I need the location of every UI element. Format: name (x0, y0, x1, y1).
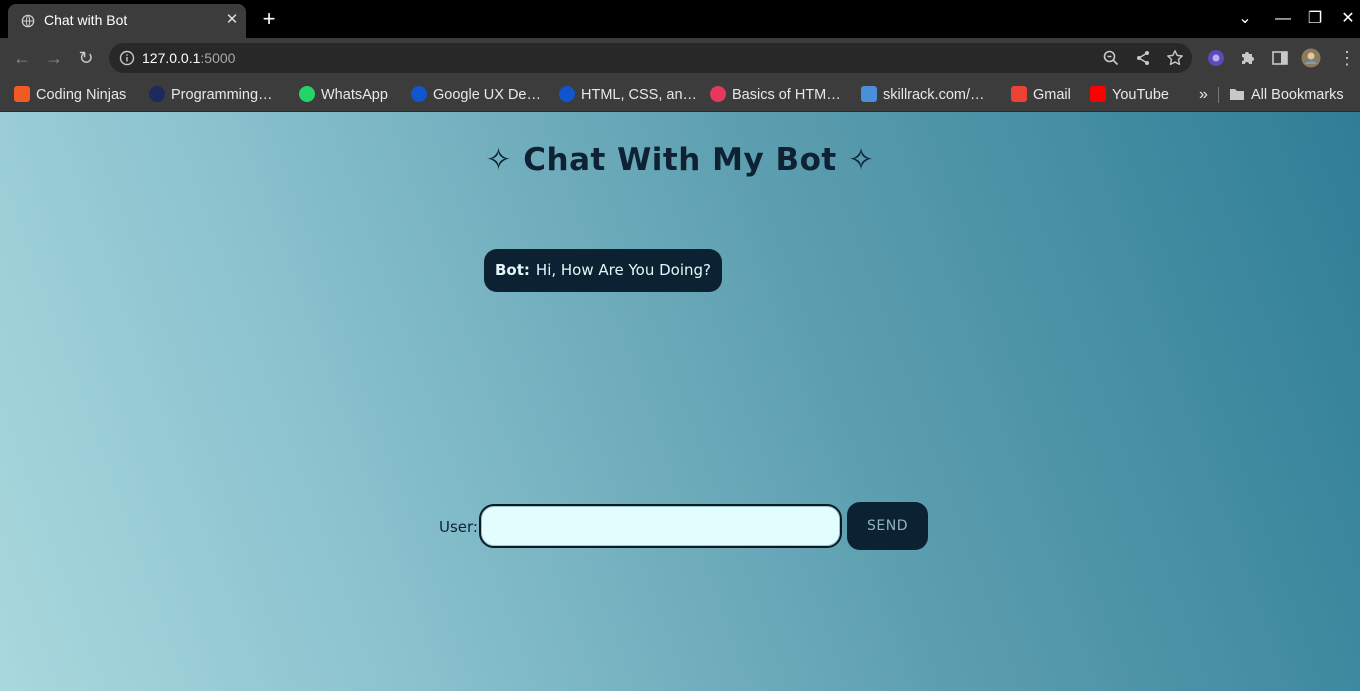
youtube-icon (1090, 86, 1106, 102)
bookmark-google-ux[interactable]: Google UX De… (411, 84, 541, 106)
bookmark-label: skillrack.com/… (883, 87, 985, 103)
maximize-button[interactable]: ❐ (1305, 9, 1325, 29)
menu-icon[interactable]: ⋮ (1336, 47, 1358, 69)
bookmark-skillrack[interactable]: skillrack.com/… (861, 84, 985, 106)
browser-tab[interactable]: Chat with Bot ✕ (8, 4, 246, 38)
reload-button[interactable]: ↻ (75, 47, 97, 69)
programming-icon (149, 86, 165, 102)
close-tab-icon[interactable]: ✕ (222, 10, 242, 30)
profile-avatar-icon[interactable] (1301, 48, 1321, 68)
address-bar[interactable]: 127.0.0.1:5000 (109, 43, 1192, 73)
chat-page: ✧ Chat With My Bot ✧ Bot: Hi, How Are You… (0, 112, 1360, 691)
new-tab-button[interactable]: + (258, 8, 280, 30)
bookmark-label: Google UX De… (433, 87, 541, 103)
bookmark-label: Basics of HTM… (732, 87, 841, 103)
more-bookmarks-button[interactable]: » (1199, 84, 1208, 106)
url-port: :5000 (200, 50, 236, 66)
bookmarks-divider (1218, 87, 1219, 103)
bookmark-whatsapp[interactable]: WhatsApp (299, 84, 388, 106)
forward-button[interactable]: → (43, 47, 65, 69)
bookmark-gmail[interactable]: Gmail (1011, 84, 1071, 106)
folder-icon (1230, 89, 1244, 100)
bookmark-basics-html[interactable]: Basics of HTM… (710, 84, 841, 106)
tab-title: Chat with Bot (44, 12, 128, 28)
coursera-icon (559, 86, 575, 102)
url-host: 127.0.0.1 (142, 50, 201, 66)
bookmark-html-css[interactable]: HTML, CSS, an… (559, 84, 697, 106)
browser-toolbar: ← → ↻ 127.0.0.1:5000 ⋮ (0, 38, 1360, 78)
extension-icon[interactable] (1206, 48, 1226, 68)
share-icon[interactable] (1134, 49, 1152, 67)
close-window-button[interactable]: ✕ (1338, 9, 1358, 29)
message-input[interactable] (479, 504, 842, 548)
globe-icon (21, 14, 35, 28)
bot-message: Bot: Hi, How Are You Doing? (484, 249, 722, 292)
bookmark-label: YouTube (1112, 87, 1169, 103)
bookmark-programming[interactable]: Programming… (149, 84, 273, 106)
skillrack-icon (861, 86, 877, 102)
gmail-icon (1011, 86, 1027, 102)
minimize-button[interactable]: — (1273, 9, 1293, 29)
page-title: ✧ Chat With My Bot ✧ (485, 142, 875, 178)
basics-icon (710, 86, 726, 102)
puzzle-icon[interactable] (1238, 48, 1258, 68)
whatsapp-icon (299, 86, 315, 102)
coding-ninjas-icon (14, 86, 30, 102)
tab-strip: Chat with Bot ✕ + ⌄ — ❐ ✕ (0, 0, 1360, 38)
side-panel-icon[interactable] (1270, 48, 1290, 68)
bookmark-label: WhatsApp (321, 87, 388, 103)
bookmarks-bar: Coding Ninjas Programming… WhatsApp Goog… (0, 78, 1360, 112)
back-button[interactable]: ← (11, 47, 33, 69)
url-text: 127.0.0.1:5000 (142, 50, 235, 66)
send-button[interactable]: SEND (847, 502, 928, 550)
bookmark-label: Coding Ninjas (36, 87, 127, 103)
bookmark-star-icon[interactable] (1166, 49, 1184, 67)
all-bookmarks-label: All Bookmarks (1251, 87, 1344, 103)
bookmark-label: Gmail (1033, 87, 1071, 103)
user-label: User: (439, 518, 478, 536)
zoom-icon[interactable] (1102, 49, 1120, 67)
site-info-icon[interactable] (119, 50, 135, 66)
message-text: Hi, How Are You Doing? (535, 261, 711, 279)
tab-search-icon[interactable]: ⌄ (1235, 9, 1255, 29)
coursera-icon (411, 86, 427, 102)
bookmark-coding-ninjas[interactable]: Coding Ninjas (14, 84, 126, 106)
bookmark-label: HTML, CSS, an… (581, 87, 698, 103)
bookmark-youtube[interactable]: YouTube (1090, 84, 1169, 106)
all-bookmarks-button[interactable]: All Bookmarks (1229, 84, 1344, 106)
message-sender: Bot: (495, 261, 530, 279)
bookmark-label: Programming… (171, 87, 273, 103)
